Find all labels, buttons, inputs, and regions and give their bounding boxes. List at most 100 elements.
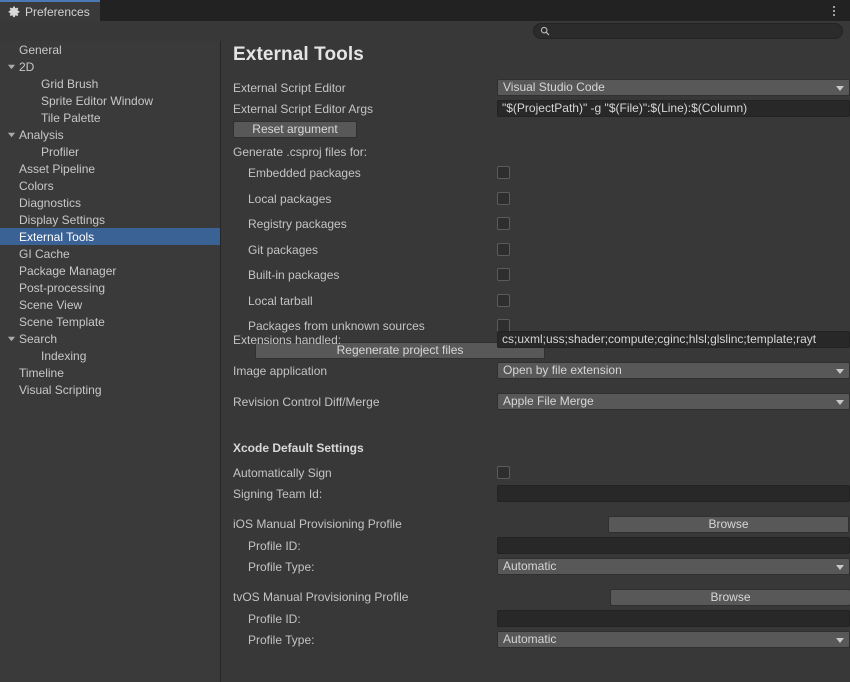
sidebar-item-colors[interactable]: Colors: [0, 177, 220, 194]
csproj-option-checkbox[interactable]: [497, 192, 510, 205]
main-panel: External Tools External Script Editor Vi…: [222, 41, 850, 682]
chevron-down-icon: [836, 638, 844, 643]
sidebar-item-general[interactable]: General: [0, 41, 220, 58]
sidebar-item-label: Display Settings: [19, 213, 105, 227]
ios-profile-type-dropdown[interactable]: Automatic: [497, 558, 850, 575]
sidebar-item-label: Timeline: [19, 366, 64, 380]
sidebar-item-post-processing[interactable]: Post-processing: [0, 279, 220, 296]
tvos-profile-type-value: Automatic: [503, 632, 556, 646]
search-box[interactable]: [533, 23, 843, 39]
sidebar-item-label: Sprite Editor Window: [41, 94, 153, 108]
sidebar-item-label: Profiler: [41, 145, 79, 159]
signing-team-id-label: Signing Team Id:: [233, 485, 322, 503]
sidebar-item-scene-template[interactable]: Scene Template: [0, 313, 220, 330]
sidebar-item-label: Diagnostics: [19, 196, 81, 210]
sidebar-item-label: GI Cache: [19, 247, 70, 261]
sidebar-item-label: Grid Brush: [41, 77, 98, 91]
kebab-dot: [833, 14, 835, 16]
csproj-option-checkbox[interactable]: [497, 243, 510, 256]
chevron-down-icon: [836, 86, 844, 91]
sidebar-item-2d[interactable]: 2D: [0, 58, 220, 75]
chevron-down-icon[interactable]: [6, 130, 17, 139]
external-script-editor-args-field[interactable]: "$(ProjectPath)" -g "$(File)":$(Line):$(…: [497, 100, 850, 117]
sidebar-item-gi-cache[interactable]: GI Cache: [0, 245, 220, 262]
reset-argument-button[interactable]: Reset argument: [233, 121, 357, 138]
image-application-value: Open by file extension: [503, 363, 622, 377]
preferences-window: Preferences General 2D Grid Brush Sprite Ed…: [0, 0, 850, 682]
ios-profile-id-label: Profile ID:: [248, 537, 301, 555]
csproj-option-checkbox[interactable]: [497, 294, 510, 307]
chevron-down-icon: [836, 400, 844, 405]
sidebar-item-label: Package Manager: [19, 264, 116, 278]
csproj-option-label: Embedded packages: [248, 164, 361, 182]
sidebar-item-diagnostics[interactable]: Diagnostics: [0, 194, 220, 211]
xcode-section-title: Xcode Default Settings: [233, 439, 364, 457]
chevron-down-icon: [836, 565, 844, 570]
csproj-option-checkbox[interactable]: [497, 217, 510, 230]
sidebar-item-visual-scripting[interactable]: Visual Scripting: [0, 381, 220, 398]
csproj-option-label: Registry packages: [248, 215, 347, 233]
chevron-down-icon[interactable]: [6, 334, 17, 343]
sidebar-item-label: Analysis: [19, 128, 64, 142]
csproj-option-label: Local packages: [248, 190, 331, 208]
sidebar-item-grid-brush[interactable]: Grid Brush: [0, 75, 220, 92]
csproj-option-label: Built-in packages: [248, 266, 339, 284]
automatically-sign-checkbox[interactable]: [497, 466, 510, 479]
external-script-editor-value: Visual Studio Code: [503, 80, 605, 94]
extensions-handled-field[interactable]: cs;uxml;uss;shader;compute;cginc;hlsl;gl…: [497, 331, 850, 348]
ios-profile-type-label: Profile Type:: [248, 558, 314, 576]
sidebar-item-sprite-editor-window[interactable]: Sprite Editor Window: [0, 92, 220, 109]
search-input[interactable]: [554, 25, 824, 37]
page-title: External Tools: [233, 44, 364, 66]
sidebar-item-label: Colors: [19, 179, 54, 193]
tab-label: Preferences: [25, 6, 90, 18]
window-tabbar: Preferences: [0, 0, 850, 21]
sidebar-item-label: 2D: [19, 60, 34, 74]
gear-icon: [8, 6, 20, 18]
external-script-editor-args-label: External Script Editor Args: [233, 100, 373, 118]
sidebar-item-label: Tile Palette: [41, 111, 101, 125]
sidebar-item-search[interactable]: Search: [0, 330, 220, 347]
sidebar-item-analysis[interactable]: Analysis: [0, 126, 220, 143]
sidebar-item-profiler[interactable]: Profiler: [0, 143, 220, 160]
search-strip: [0, 21, 850, 41]
sidebar-item-label: Asset Pipeline: [19, 162, 95, 176]
chevron-down-icon: [836, 369, 844, 374]
sidebar-item-display-settings[interactable]: Display Settings: [0, 211, 220, 228]
tvos-provisioning-profile-label: tvOS Manual Provisioning Profile: [233, 588, 408, 606]
sidebar-item-asset-pipeline[interactable]: Asset Pipeline: [0, 160, 220, 177]
sidebar-item-tile-palette[interactable]: Tile Palette: [0, 109, 220, 126]
sidebar-item-label: General: [19, 43, 62, 57]
revision-control-dropdown[interactable]: Apple File Merge: [497, 393, 850, 410]
sidebar-item-external-tools[interactable]: External Tools: [0, 228, 220, 245]
sidebar-item-scene-view[interactable]: Scene View: [0, 296, 220, 313]
csproj-option-label: Local tarball: [248, 292, 313, 310]
tab-preferences[interactable]: Preferences: [0, 0, 100, 21]
external-script-editor-label: External Script Editor: [233, 79, 346, 97]
generate-csproj-label: Generate .csproj files for:: [233, 143, 367, 161]
sidebar-item-indexing[interactable]: Indexing: [0, 347, 220, 364]
sidebar-item-package-manager[interactable]: Package Manager: [0, 262, 220, 279]
ios-profile-id-field[interactable]: [497, 537, 850, 554]
csproj-option-checkbox[interactable]: [497, 166, 510, 179]
image-application-label: Image application: [233, 362, 327, 380]
chevron-down-icon[interactable]: [6, 62, 17, 71]
tvos-profile-type-dropdown[interactable]: Automatic: [497, 631, 850, 648]
tvos-profile-type-label: Profile Type:: [248, 631, 314, 649]
tvos-provisioning-browse-button[interactable]: Browse: [610, 589, 850, 606]
extensions-handled-label: Extensions handled:: [233, 331, 341, 349]
ios-provisioning-browse-button[interactable]: Browse: [608, 516, 849, 533]
sidebar-item-timeline[interactable]: Timeline: [0, 364, 220, 381]
signing-team-id-field[interactable]: [497, 485, 850, 502]
tvos-profile-id-field[interactable]: [497, 610, 850, 627]
image-application-dropdown[interactable]: Open by file extension: [497, 362, 850, 379]
external-script-editor-dropdown[interactable]: Visual Studio Code: [497, 79, 850, 96]
sidebar-item-label: Search: [19, 332, 57, 346]
sidebar-item-label: Post-processing: [19, 281, 105, 295]
tvos-profile-id-label: Profile ID:: [248, 610, 301, 628]
sidebar-item-label: Visual Scripting: [19, 383, 102, 397]
kebab-menu-icon[interactable]: [827, 4, 841, 18]
csproj-option-checkbox[interactable]: [497, 268, 510, 281]
settings-sidebar[interactable]: General 2D Grid Brush Sprite Editor Window T…: [0, 41, 221, 682]
search-icon: [540, 26, 550, 36]
